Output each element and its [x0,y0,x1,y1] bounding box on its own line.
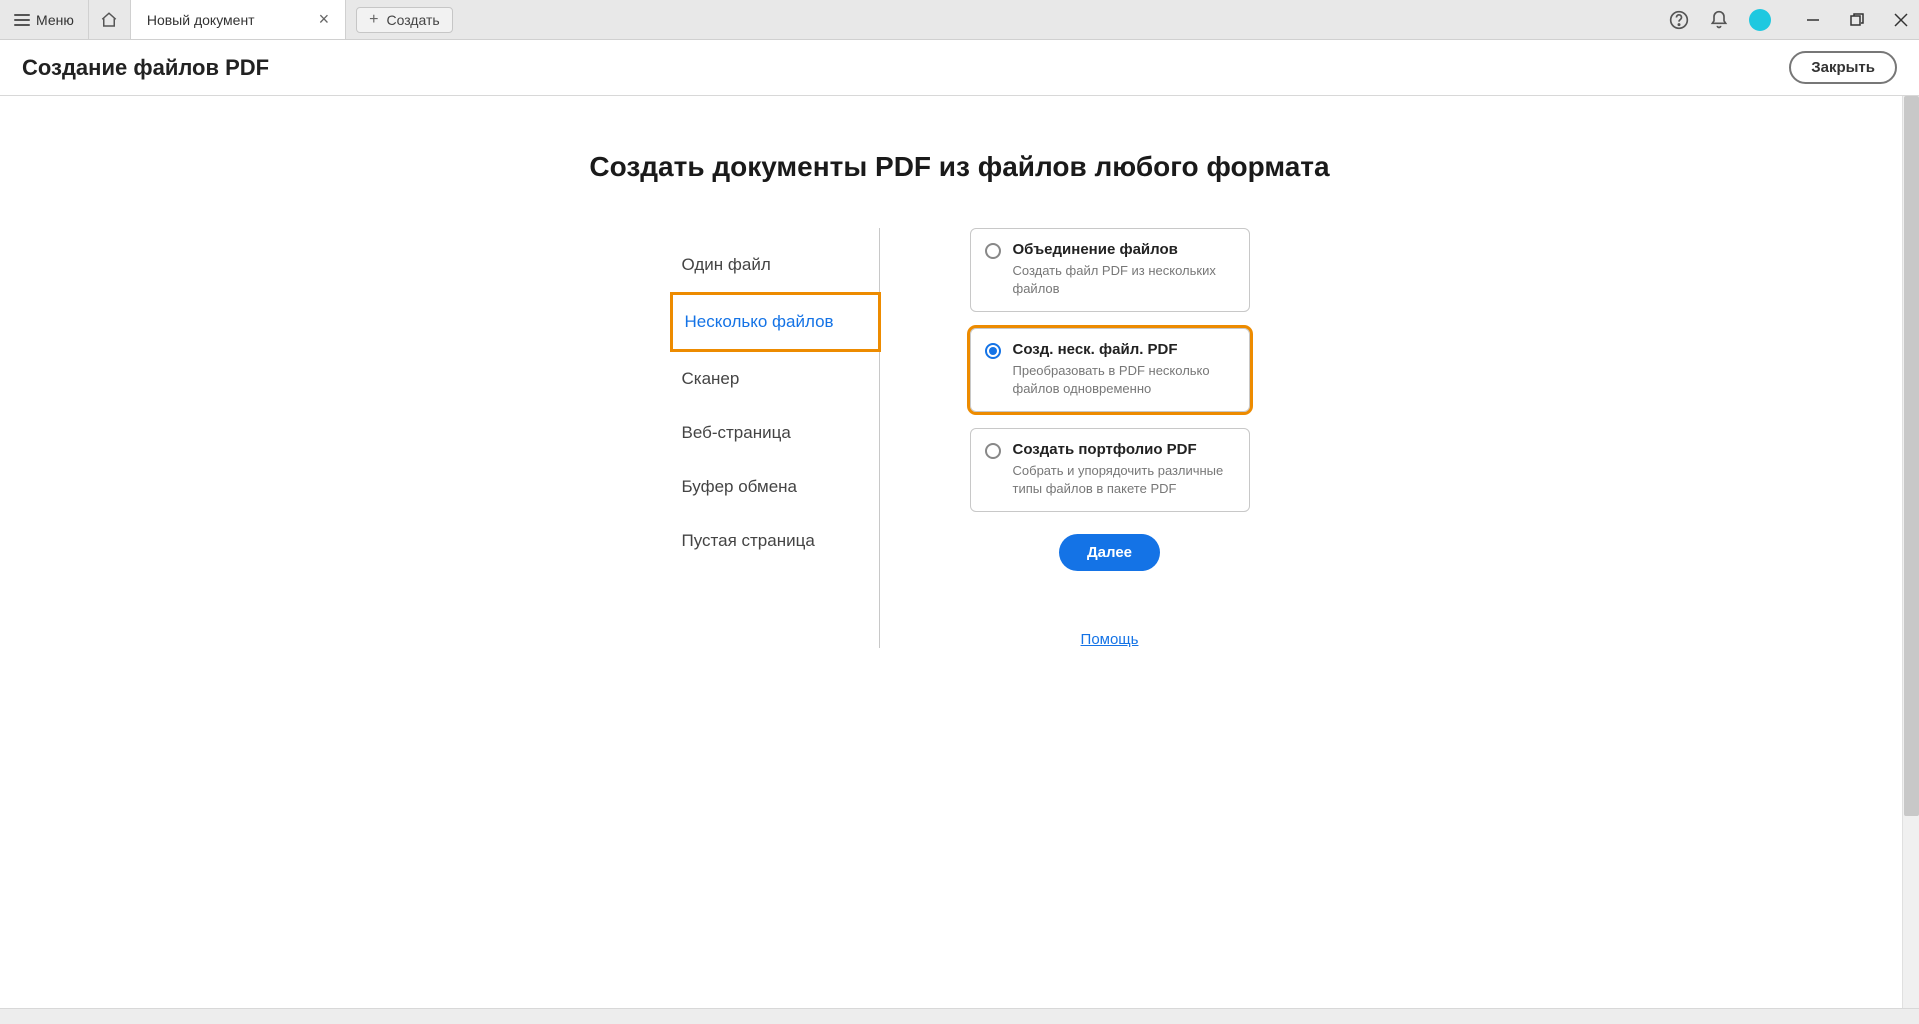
menu-button[interactable]: Меню [0,0,89,39]
option-title: Созд. неск. файл. PDF [1013,341,1235,358]
titlebar-right [1669,0,1909,39]
titlebar: Меню Новый документ × + Создать [0,0,1919,40]
layout: Один файл Несколько файлов Сканер Веб-ст… [0,228,1919,648]
category-clipboard[interactable]: Буфер обмена [670,460,879,514]
avatar[interactable] [1749,9,1771,31]
home-button[interactable] [89,0,131,39]
radio-icon [985,243,1001,259]
minimize-icon [1806,13,1820,27]
menu-label: Меню [36,12,74,28]
notifications-button[interactable] [1709,10,1729,30]
plus-icon: + [369,12,378,28]
bell-icon [1709,10,1729,30]
maximize-icon [1850,13,1864,27]
option-desc: Преобразовать в PDF несколько файлов одн… [1013,362,1235,397]
option-combine-files[interactable]: Объединение файлов Создать файл PDF из н… [970,228,1250,312]
main-heading: Создать документы PDF из файлов любого ф… [0,96,1919,228]
category-webpage[interactable]: Веб-страница [670,406,879,460]
help-button[interactable] [1669,10,1689,30]
create-label: Создать [386,12,439,28]
window-close[interactable] [1893,12,1909,28]
titlebar-left: Меню Новый документ × + Создать [0,0,453,39]
scrollbar[interactable] [1902,96,1919,1024]
content: Создать документы PDF из файлов любого ф… [0,96,1919,1024]
category-scanner[interactable]: Сканер [670,352,879,406]
page-title: Создание файлов PDF [22,55,269,81]
option-desc: Создать файл PDF из нескольких файлов [1013,262,1235,297]
help-icon [1669,10,1689,30]
option-title: Создать портфолио PDF [1013,441,1235,458]
window-controls [1805,12,1909,28]
help-link[interactable]: Помощь [1081,631,1139,648]
window-minimize[interactable] [1805,12,1821,28]
tab-close-button[interactable]: × [315,9,334,30]
category-list: Один файл Несколько файлов Сканер Веб-ст… [670,228,880,648]
close-button[interactable]: Закрыть [1789,51,1897,84]
category-multiple-files[interactable]: Несколько файлов [670,292,881,352]
option-body: Созд. неск. файл. PDF Преобразовать в PD… [1013,341,1235,397]
option-pdf-portfolio[interactable]: Создать портфолио PDF Собрать и упорядоч… [970,428,1250,512]
status-bar [0,1008,1919,1024]
radio-icon [985,443,1001,459]
options-column: Объединение файлов Создать файл PDF из н… [970,228,1250,648]
home-icon [100,11,118,29]
document-tab[interactable]: Новый документ × [131,0,346,39]
tab-title: Новый документ [147,12,255,28]
option-title: Объединение файлов [1013,241,1235,258]
scrollbar-thumb[interactable] [1904,96,1919,816]
window-maximize[interactable] [1849,12,1865,28]
category-blank-page[interactable]: Пустая страница [670,514,879,568]
radio-icon [985,343,1001,359]
category-single-file[interactable]: Один файл [670,238,879,292]
option-body: Создать портфолио PDF Собрать и упорядоч… [1013,441,1235,497]
create-button[interactable]: + Создать [356,7,453,33]
option-create-multiple-pdf[interactable]: Созд. неск. файл. PDF Преобразовать в PD… [970,328,1250,412]
subheader: Создание файлов PDF Закрыть [0,40,1919,96]
option-desc: Собрать и упорядочить различные типы фай… [1013,462,1235,497]
close-icon [1894,13,1908,27]
hamburger-icon [14,14,30,26]
next-button[interactable]: Далее [1059,534,1160,571]
option-body: Объединение файлов Создать файл PDF из н… [1013,241,1235,297]
